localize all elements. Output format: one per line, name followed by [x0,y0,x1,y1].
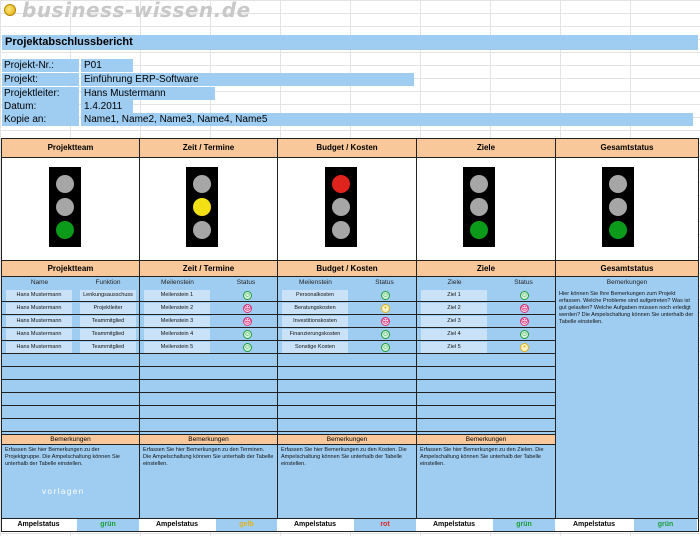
copy-to-value[interactable]: Name1, Name2, Name3, Name4, Name5 [81,113,693,126]
project-label: Projekt: [2,73,79,86]
report-title[interactable]: Projektabschlussbericht [2,35,698,50]
project-lead-label: Projektleiter: [2,87,79,100]
project-number-label: Projekt-Nr.: [2,59,79,72]
report-frame [1,138,699,532]
copy-to-label: Kopie an: [2,113,79,126]
watermark-text: business-wissen.de [22,0,251,22]
date-value[interactable]: 1.4.2011 [81,100,133,113]
watermark-logo: business-wissen.de [4,0,251,22]
date-label: Datum: [2,100,79,113]
project-lead-value[interactable]: Hans Mustermann [81,87,215,100]
project-value[interactable]: Einführung ERP-Software [81,73,414,86]
coin-icon [4,4,16,16]
project-number-value[interactable]: P01 [81,59,133,72]
